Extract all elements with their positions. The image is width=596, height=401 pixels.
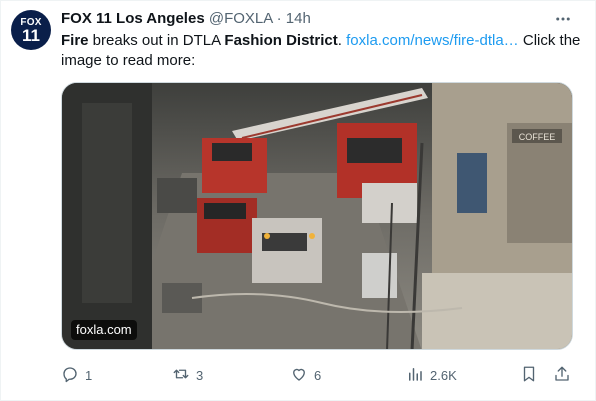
views-icon (406, 365, 424, 386)
reply-icon (61, 365, 79, 386)
fire-scene-image: COFFEE (62, 83, 572, 349)
media-image[interactable]: COFFEE foxla.com (61, 82, 573, 350)
text-bold-fire: Fire (61, 32, 89, 49)
views-button[interactable]: 2.6K (406, 363, 457, 387)
bookmark-button[interactable] (520, 363, 538, 387)
display-name[interactable]: FOX 11 Los Angeles (61, 10, 205, 27)
text-bold-fashion: Fashion District (224, 32, 338, 49)
repost-icon (172, 365, 190, 386)
text-plain-2: . (337, 32, 347, 49)
tweet-header: FOX 11 Los Angeles @FOXLA · 14h (61, 9, 311, 29)
view-count: 2.6K (430, 367, 457, 383)
article-link[interactable]: foxla.com/news/fire-dtla… (346, 32, 519, 49)
media-caption: foxla.com (71, 320, 137, 340)
like-icon (290, 365, 308, 386)
tweet-card[interactable]: FOX 11 FOX 11 Los Angeles @FOXLA · 14h F… (0, 0, 596, 401)
avatar-line-2: 11 (22, 25, 40, 45)
share-icon (553, 365, 571, 386)
reply-count: 1 (85, 367, 93, 383)
handle[interactable]: @FOXLA (209, 10, 273, 27)
tweet-text: Fire breaks out in DTLA Fashion District… (61, 31, 581, 71)
action-bar: 1 3 6 2.6K (61, 363, 581, 387)
separator: · (276, 10, 282, 27)
text-plain-1: breaks out in DTLA (88, 32, 225, 49)
like-count: 6 (314, 367, 322, 383)
like-button[interactable]: 6 (290, 363, 321, 387)
avatar[interactable]: FOX 11 (11, 10, 51, 50)
reply-button[interactable]: 1 (61, 363, 92, 387)
timestamp[interactable]: 14h (286, 10, 311, 27)
share-button[interactable] (553, 363, 571, 387)
repost-button[interactable]: 3 (172, 363, 203, 387)
bookmark-icon (520, 365, 538, 386)
more-icon[interactable] (553, 9, 573, 29)
repost-count: 3 (196, 367, 204, 383)
coffee-sign: COFFEE (519, 132, 556, 142)
